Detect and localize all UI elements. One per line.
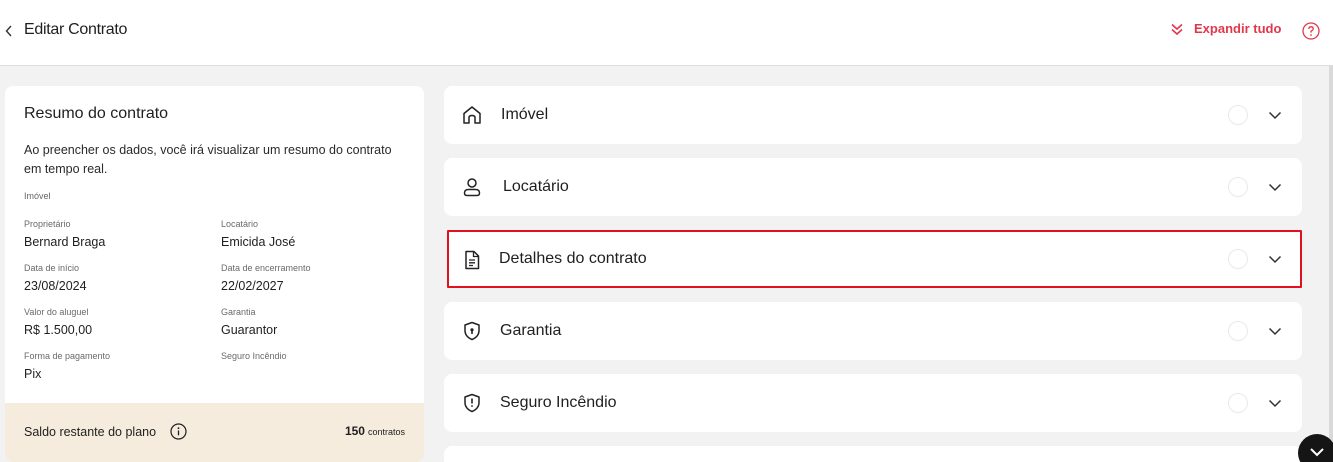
section-label: Imóvel [501, 106, 549, 123]
section-contract-details[interactable]: Detalhes do contrato [447, 230, 1302, 288]
chevron-down-icon[interactable] [1267, 179, 1283, 195]
section-guarantee[interactable]: Garantia [444, 302, 1302, 360]
summary-section-label: Imóvel [24, 191, 51, 201]
completion-status-indicator [1228, 321, 1248, 341]
plan-balance-count: 150 contratos [345, 424, 405, 438]
field-value: Bernard Braga [24, 235, 106, 249]
field-start-date: Data de início 23/08/2024 [24, 263, 204, 293]
plan-balance-bar: Saldo restante do plano 150 contratos [5, 403, 424, 462]
plan-count-unit: contratos [367, 427, 405, 437]
plan-balance-label: Saldo restante do plano [24, 425, 157, 439]
chevron-down-icon[interactable] [1267, 107, 1283, 123]
back-button[interactable] [2, 22, 16, 40]
field-guarantee: Garantia Guarantor [221, 307, 401, 337]
chevron-down-icon[interactable] [1267, 251, 1283, 267]
field-value: Guarantor [221, 323, 278, 337]
field-value: 23/08/2024 [24, 279, 87, 293]
field-rent-value: Valor do aluguel R$ 1.500,00 [24, 307, 204, 337]
chevron-down-icon[interactable] [1267, 395, 1283, 411]
field-tenant: Locatário Emicida José [221, 219, 401, 249]
field-value: 22/02/2027 [221, 279, 284, 293]
field-label: Data de início [24, 263, 80, 273]
scrollbar[interactable] [1329, 66, 1333, 462]
field-value: R$ 1.500,00 [24, 323, 93, 337]
user-icon [463, 178, 481, 197]
chevron-down-icon[interactable] [1267, 323, 1283, 339]
field-label: Forma de pagamento [24, 351, 111, 361]
field-label: Valor do aluguel [24, 307, 89, 317]
help-icon[interactable] [1302, 22, 1320, 40]
top-bar: Editar Contrato Expandir tudo [0, 0, 1333, 66]
info-icon[interactable] [170, 423, 187, 440]
field-end-date: Data de encerramento 22/02/2027 [221, 263, 401, 293]
field-label: Data de encerramento [221, 263, 311, 273]
chevron-left-icon [5, 25, 12, 37]
section-tenant[interactable]: Locatário [444, 158, 1302, 216]
floating-action-button[interactable] [1298, 434, 1333, 462]
expand-all-button[interactable]: Expandir tudo [1170, 21, 1281, 36]
field-value: Pix [24, 367, 42, 381]
section-label: Seguro Incêndio [500, 394, 617, 411]
completion-status-indicator [1228, 249, 1248, 269]
field-payment-method: Forma de pagamento Pix [24, 351, 204, 381]
field-label: Proprietário [24, 219, 71, 229]
section-fire-insurance[interactable]: Seguro Incêndio [444, 374, 1302, 432]
section-label: Garantia [500, 322, 562, 339]
completion-status-indicator [1228, 177, 1248, 197]
field-value: Emicida José [221, 235, 296, 249]
field-fire-insurance: Seguro Incêndio [221, 351, 401, 367]
contract-summary-panel: Resumo do contrato Ao preencher os dados… [5, 86, 424, 462]
chevron-down-icon [1310, 448, 1324, 457]
section-label: Detalhes do contrato [499, 250, 647, 267]
double-chevron-down-icon [1171, 23, 1183, 35]
page-title: Editar Contrato [24, 21, 128, 38]
field-label: Seguro Incêndio [221, 351, 287, 361]
summary-title: Resumo do contrato [24, 105, 169, 122]
document-icon [465, 250, 480, 270]
section-next-partial[interactable] [444, 446, 1302, 462]
section-property[interactable]: Imóvel [444, 86, 1302, 144]
section-label: Locatário [503, 178, 569, 195]
field-owner: Proprietário Bernard Braga [24, 219, 204, 249]
home-icon [463, 106, 481, 124]
plan-count-number: 150 [344, 424, 365, 438]
field-label: Locatário [221, 219, 259, 229]
expand-all-label: Expandir tudo [1194, 21, 1282, 36]
field-label: Garantia [221, 307, 256, 317]
shield-lock-icon [464, 321, 480, 341]
completion-status-indicator [1228, 105, 1248, 125]
shield-alert-icon [464, 393, 480, 413]
completion-status-indicator [1228, 393, 1248, 413]
summary-description: Ao preencher os dados, você irá visualiz… [24, 143, 392, 176]
